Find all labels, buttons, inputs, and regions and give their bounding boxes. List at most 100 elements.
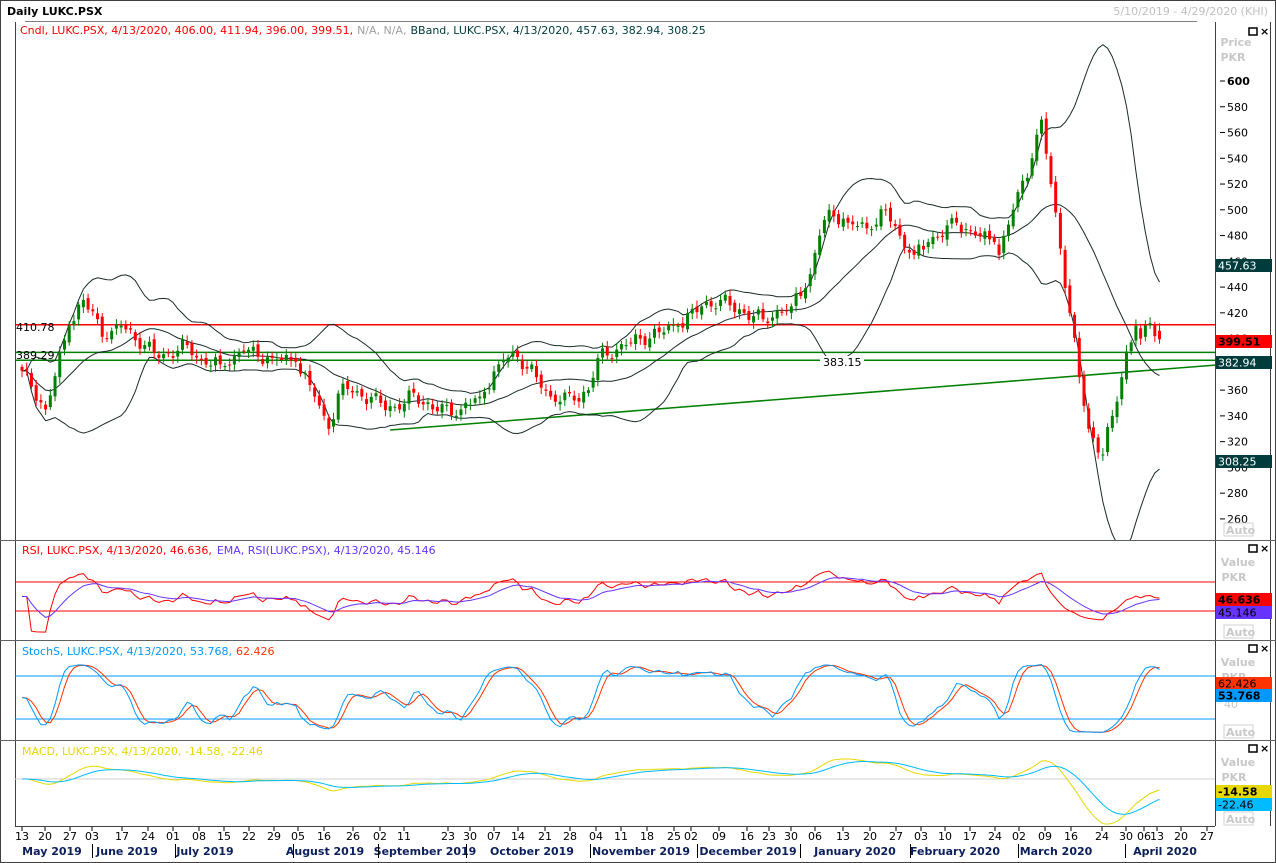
candle[interactable] [251, 346, 255, 351]
candle[interactable] [657, 327, 661, 333]
candle[interactable] [133, 332, 137, 341]
candle[interactable] [492, 371, 496, 391]
candle[interactable] [1016, 192, 1020, 208]
candle[interactable] [289, 356, 293, 361]
candle[interactable] [884, 209, 888, 211]
candle[interactable] [1077, 337, 1081, 378]
auto-scale-label[interactable]: Auto [1226, 524, 1256, 537]
candle[interactable] [1158, 330, 1162, 340]
candle[interactable] [520, 359, 524, 370]
candle[interactable] [350, 390, 354, 393]
candle[interactable] [714, 308, 718, 310]
candle[interactable] [1068, 285, 1072, 313]
candle[interactable] [29, 372, 33, 387]
candle[interactable] [662, 332, 666, 335]
candle[interactable] [959, 224, 963, 233]
candle[interactable] [624, 345, 628, 347]
candle[interactable] [931, 236, 935, 245]
candle[interactable] [48, 395, 52, 408]
candle[interactable] [671, 324, 675, 326]
candle[interactable] [997, 244, 1001, 255]
candle[interactable] [1035, 134, 1039, 161]
candle[interactable] [544, 389, 548, 391]
candle[interactable] [553, 394, 557, 402]
candle[interactable] [223, 366, 227, 368]
candle[interactable] [86, 298, 90, 310]
candle[interactable] [147, 341, 151, 347]
candle[interactable] [1091, 427, 1095, 439]
candle[interactable] [110, 330, 114, 340]
candle[interactable] [332, 419, 336, 427]
candle[interactable] [162, 354, 166, 359]
candle[interactable] [185, 341, 189, 346]
candle[interactable] [733, 302, 737, 312]
candle[interactable] [643, 336, 647, 346]
candle[interactable] [686, 313, 690, 330]
candle[interactable] [369, 396, 373, 403]
candle[interactable] [119, 325, 123, 328]
candle[interactable] [341, 383, 345, 396]
candle[interactable] [25, 368, 29, 371]
candle[interactable] [1058, 213, 1062, 249]
candle[interactable] [176, 350, 180, 357]
candle[interactable] [983, 231, 987, 239]
candle[interactable] [912, 250, 916, 255]
candle[interactable] [874, 224, 878, 227]
candle[interactable] [525, 366, 529, 369]
candle[interactable] [789, 306, 793, 313]
candle[interactable] [468, 404, 472, 406]
candle[interactable] [794, 293, 798, 306]
candle[interactable] [34, 385, 38, 401]
candle[interactable] [374, 393, 378, 397]
candle[interactable] [440, 404, 444, 413]
candle[interactable] [407, 390, 411, 404]
candle[interactable] [851, 221, 855, 225]
candle[interactable] [917, 244, 921, 256]
candle[interactable] [1063, 249, 1067, 288]
candle[interactable] [336, 393, 340, 420]
candle[interactable] [549, 390, 553, 397]
candle[interactable] [766, 321, 770, 324]
auto-scale-label[interactable]: Auto [1226, 626, 1256, 639]
candle[interactable] [1021, 180, 1025, 194]
candle[interactable] [275, 359, 279, 361]
candle[interactable] [936, 236, 940, 238]
candle[interactable] [652, 328, 656, 338]
candle[interactable] [1148, 323, 1152, 326]
candle[interactable] [284, 355, 288, 360]
candle[interactable] [775, 310, 779, 319]
candle[interactable] [67, 325, 71, 343]
candle[interactable] [157, 354, 161, 358]
candle[interactable] [1143, 325, 1147, 337]
candle[interactable] [138, 338, 142, 349]
candle[interactable] [837, 214, 841, 225]
candle[interactable] [530, 364, 534, 370]
auto-scale-label[interactable]: Auto [1226, 726, 1256, 739]
candle[interactable] [478, 396, 482, 399]
candle[interactable] [926, 242, 930, 248]
candle[interactable] [827, 209, 831, 222]
candle[interactable] [53, 376, 57, 397]
candle[interactable] [96, 313, 100, 320]
candle[interactable] [969, 230, 973, 232]
candle[interactable] [214, 357, 218, 366]
candle[interactable] [171, 356, 175, 358]
candle[interactable] [445, 404, 449, 406]
candle[interactable] [940, 235, 944, 238]
candle[interactable] [166, 352, 170, 354]
candle[interactable] [1011, 209, 1015, 227]
candle[interactable] [903, 234, 907, 248]
candle[interactable] [855, 226, 859, 228]
candle[interactable] [1030, 158, 1034, 176]
candle[interactable] [450, 402, 454, 416]
candle[interactable] [464, 402, 468, 409]
candle[interactable] [256, 344, 260, 357]
candle[interactable] [1002, 235, 1006, 253]
candle[interactable] [1040, 119, 1044, 134]
candle[interactable] [1106, 427, 1110, 453]
candle[interactable] [841, 218, 845, 227]
candle[interactable] [360, 389, 364, 397]
candle[interactable] [832, 210, 836, 217]
candle[interactable] [950, 218, 954, 224]
candle[interactable] [265, 357, 269, 364]
